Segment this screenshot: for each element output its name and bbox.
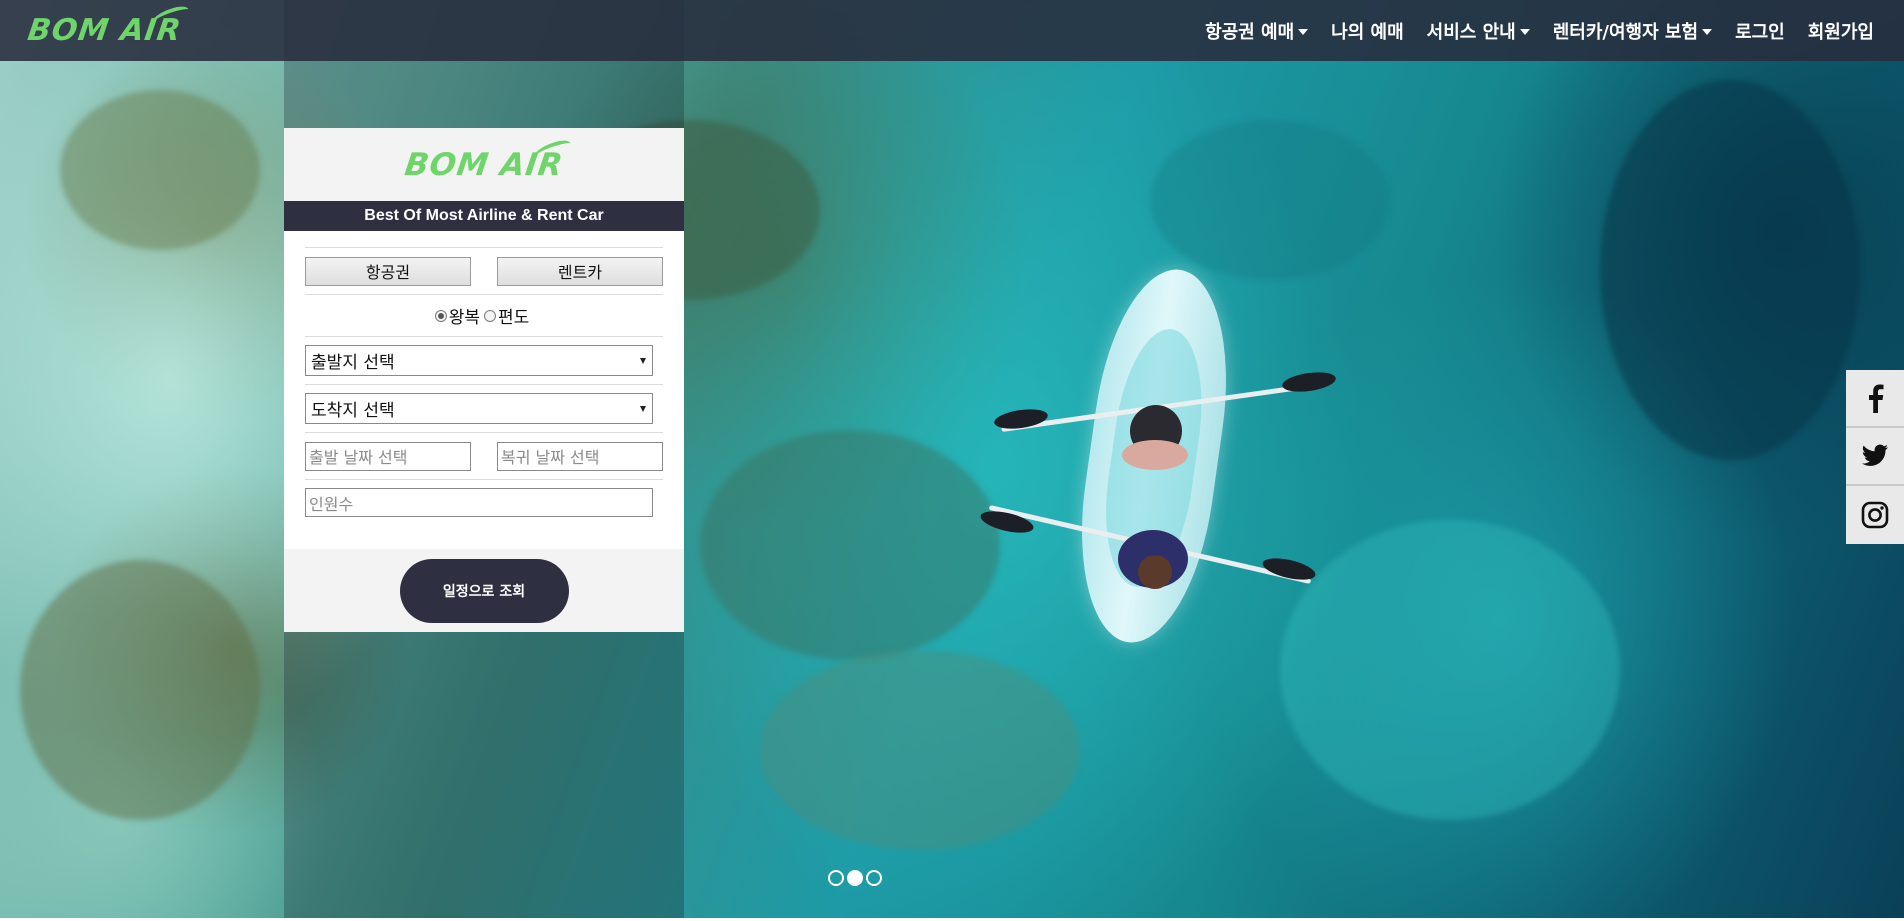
slider-dot-2-active[interactable]	[847, 870, 863, 886]
caret-down-icon	[1519, 28, 1530, 35]
tab-rentcar[interactable]: 렌트카	[497, 256, 663, 286]
arrival-select[interactable]: 도착지 선택	[305, 393, 653, 424]
nav-item-label: 서비스 안내	[1426, 21, 1516, 43]
nav-item-label: 회원가입	[1807, 21, 1874, 43]
facebook-button[interactable]	[1846, 370, 1904, 428]
round-trip-radio[interactable]	[434, 309, 447, 322]
caret-down-icon	[1702, 28, 1713, 35]
passenger-count-input[interactable]: 인원수	[305, 488, 653, 517]
slider-dot-1[interactable]	[828, 870, 844, 886]
instagram-icon	[1861, 501, 1889, 529]
instagram-button[interactable]	[1846, 486, 1904, 544]
booking-panel: BOM AIR Best Of Most Airline & Rent Car …	[284, 128, 684, 632]
nav-flight-booking[interactable]: 항공권 예매	[1205, 18, 1309, 44]
search-schedule-button[interactable]: 일정으로 조회	[399, 558, 569, 623]
nav-signup[interactable]: 회원가입	[1808, 18, 1874, 44]
panel-tagline: Best Of Most Airline & Rent Car	[284, 201, 684, 231]
slider-dot-3[interactable]	[866, 870, 882, 886]
dropdown-arrow-icon	[640, 357, 646, 364]
slider-pagination	[828, 870, 885, 886]
nav-service-info[interactable]: 서비스 안내	[1427, 18, 1530, 44]
one-way-label[interactable]: 편도	[498, 303, 529, 328]
depart-date-input[interactable]: 출발 날짜 선택	[305, 441, 471, 471]
nav-login[interactable]: 로그인	[1735, 18, 1785, 44]
twitter-button[interactable]	[1846, 428, 1904, 486]
departure-row: 출발지 선택	[305, 336, 663, 384]
booking-type-tabs: 항공권 렌트카	[305, 247, 663, 294]
departure-select-value: 출발지 선택	[311, 353, 395, 373]
caret-down-icon	[1298, 28, 1309, 35]
passenger-row: 인원수	[305, 479, 663, 525]
brand-logo[interactable]: BOM AIR	[26, 3, 191, 48]
nav-menu: 항공권 예매 나의 예매 서비스 안내 렌터카/여행자 보험 로그인 회원가입	[1182, 18, 1874, 44]
twitter-icon	[1862, 444, 1888, 466]
one-way-radio[interactable]	[484, 309, 496, 322]
social-sidebar	[1846, 370, 1904, 544]
panel-footer: 일정으로 조회	[284, 549, 684, 632]
trip-type-group: 왕복 편도	[305, 294, 663, 336]
nav-my-booking[interactable]: 나의 예매	[1331, 18, 1404, 44]
departure-select[interactable]: 출발지 선택	[305, 345, 653, 376]
facebook-icon	[1869, 384, 1884, 413]
arrival-row: 도착지 선택	[305, 384, 663, 432]
nav-item-label: 렌터카/여행자 보험	[1552, 21, 1699, 43]
date-row: 출발 날짜 선택 복귀 날짜 선택	[305, 432, 663, 479]
dropdown-arrow-icon	[640, 405, 646, 412]
panel-header: BOM AIR	[284, 128, 684, 201]
top-navbar: BOM AIR 항공권 예매 나의 예매 서비스 안내 렌터카/여행자 보험 로…	[0, 0, 1904, 61]
nav-item-label: 로그인	[1735, 21, 1785, 43]
panel-logo: BOM AIR	[402, 137, 573, 183]
arrival-select-value: 도착지 선택	[311, 401, 395, 421]
nav-item-label: 항공권 예매	[1205, 21, 1295, 43]
round-trip-label[interactable]: 왕복	[449, 303, 480, 328]
return-date-input[interactable]: 복귀 날짜 선택	[497, 441, 663, 471]
tab-flight[interactable]: 항공권	[305, 256, 471, 286]
booking-form: 항공권 렌트카 왕복 편도 출발지 선택 도착지 선택 출발 날짜 선택 복귀 …	[284, 231, 684, 525]
nav-rentcar-insurance[interactable]: 렌터카/여행자 보험	[1552, 18, 1713, 44]
nav-item-label: 나의 예매	[1331, 21, 1404, 43]
